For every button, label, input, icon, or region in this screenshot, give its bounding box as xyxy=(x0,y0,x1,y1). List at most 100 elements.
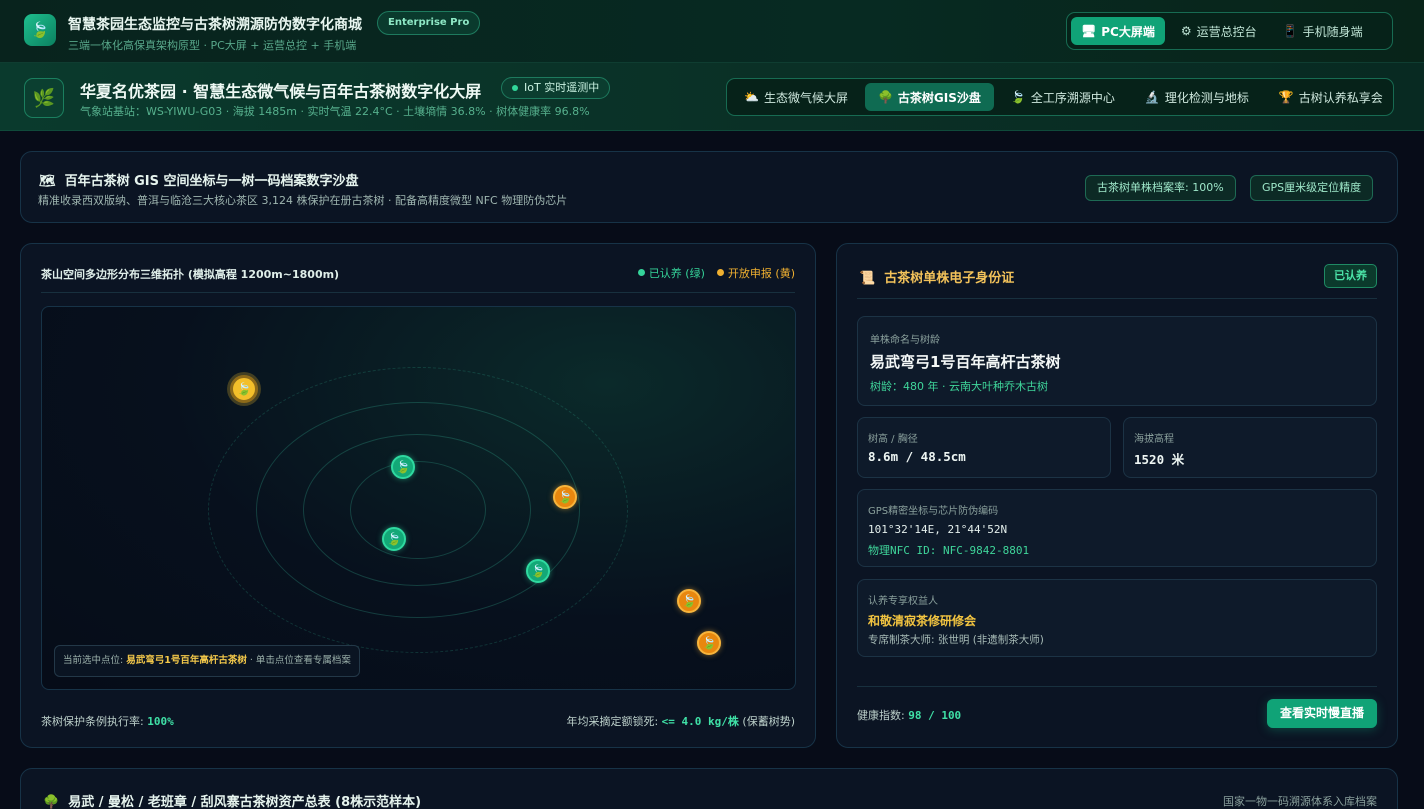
live-stream-button[interactable]: 查看实时慢直播 xyxy=(1266,699,1377,728)
gis-map-panel: 茶山空间多边形分布三维拓扑 (模拟高程 1200m~1800m) 已认养 (绿)… xyxy=(20,243,816,748)
microscope-icon: 🔬 xyxy=(1144,90,1160,104)
tab-lab-testing[interactable]: 🔬 理化检测与地标 xyxy=(1132,83,1262,111)
tea-master: 专席制茶大师: 张世明 (非遗制茶大师) xyxy=(868,634,1044,646)
tree-size-value: 8.6m / 48.5cm xyxy=(868,449,966,464)
divider xyxy=(857,686,1377,687)
mode-label: PC大屏端 xyxy=(1101,24,1155,39)
assets-title: 🌳 易武 / 曼松 / 老班章 / 刮风寨古茶树资产总表 (8株示范样本) xyxy=(43,791,421,809)
tree-pin-open[interactable]: 🍃 xyxy=(697,631,721,655)
tree-pin-adopted[interactable]: 🍃 xyxy=(526,559,550,583)
trophy-icon: 🏆 xyxy=(1278,90,1294,104)
mode-mobile-button[interactable]: 📱 手机随身端 xyxy=(1273,17,1373,45)
phone-icon: 📱 xyxy=(1282,24,1298,38)
map-icon: 🗺 xyxy=(39,174,56,189)
tree-icon: 🌳 xyxy=(877,90,893,104)
banner-title: 🗺 百年古茶树 GIS 空间坐标与一树一码档案数字沙盘 xyxy=(39,170,359,189)
health-index-label: 健康指数: xyxy=(857,709,909,722)
app-title: 智慧茶园生态监控与古茶树溯源防伪数字化商城 xyxy=(68,17,362,33)
protection-rate: 茶树保护条例执行率: 100% xyxy=(41,713,174,729)
nfc-id: 物理NFC ID: NFC-9842-8801 xyxy=(868,544,1030,557)
legend-open: 开放申报 (黄) xyxy=(716,265,795,281)
leaf-icon: 🍃 xyxy=(1010,90,1026,104)
harvest-quota: 年均采摘定额锁死: <= 4.0 kg/株 (保蓄树势) xyxy=(566,713,795,729)
gps-label: GPS精密坐标与芯片防伪编码 xyxy=(868,506,999,517)
tree-name-box: 单株命名与树龄 易武弯弓1号百年高杆古茶树 树龄：480 年 · 云南大叶种乔木… xyxy=(857,316,1377,406)
monitor-icon: 🖥 xyxy=(1081,24,1097,38)
banner-title-text: 百年古茶树 GIS 空间坐标与一树一码档案数字沙盘 xyxy=(64,174,359,189)
harvest-quota-label: 年均采摘定额锁死: xyxy=(566,715,662,728)
gis-topology-map[interactable]: 🍃 🍃 🍃 🍃 🍃 🍃 🍃 当前选中点位: 易武弯弓1号百年高杆古茶树 · 单击… xyxy=(41,306,796,690)
tab-label: 生态微气候大屏 xyxy=(763,90,848,105)
app-subtitle: 三端一体化高保真架构原型 · PC大屏 + 运营总控 + 手机端 xyxy=(68,39,357,52)
beneficiary-label: 认养专享权益人 xyxy=(868,596,938,607)
tree-assets-card: 🌳 易武 / 曼松 / 老班章 / 刮风寨古茶树资产总表 (8株示范样本) 国家… xyxy=(20,768,1398,809)
tree-pin-open[interactable]: 🍃 xyxy=(677,589,701,613)
tree-card-title: 📜 古茶树单株电子身份证 xyxy=(859,267,1014,286)
dashboard-title: 华夏名优茶园 · 智慧生态微气候与百年古茶树数字化大屏 xyxy=(80,82,482,101)
green-dot-icon xyxy=(637,269,645,276)
altitude-value: 1520 米 xyxy=(1134,452,1185,467)
weather-station-info: 气象站基站：WS-YIWU-G03 · 海拔 1485m · 实时气温 22.4… xyxy=(80,105,590,118)
legend-adopted-label: 已认养 (绿) xyxy=(648,267,705,280)
tab-traceability[interactable]: 🍃 全工序溯源中心 xyxy=(998,83,1128,111)
client-mode-switch: 🖥 PC大屏端 ⚙ 运营总控台 📱 手机随身端 xyxy=(1066,12,1393,50)
yellow-dot-icon xyxy=(716,269,724,276)
tree-size-label: 树高 / 胸径 xyxy=(868,434,918,445)
harvest-quota-value: <= 4.0 kg/株 xyxy=(661,715,739,728)
map-panel-title: 茶山空间多边形分布三维拓扑 (模拟高程 1200m~1800m) xyxy=(41,268,340,281)
protection-rate-label: 茶树保护条例执行率: xyxy=(41,715,148,728)
gps-precision-chip: GPS厘米级定位精度 xyxy=(1250,175,1374,201)
tab-gis-sandbox[interactable]: 🌳 古茶树GIS沙盘 xyxy=(864,83,994,111)
mode-pc-screen-button[interactable]: 🖥 PC大屏端 xyxy=(1071,17,1165,45)
assets-archive-note: 国家一物一码溯源体系入库档案 xyxy=(1223,795,1377,808)
tree-age: 树龄：480 年 · 云南大叶种乔木古树 xyxy=(870,380,1048,393)
gear-icon: ⚙ xyxy=(1180,24,1192,38)
mode-label: 运营总控台 xyxy=(1196,24,1257,39)
harvest-quota-note: (保蓄树势) xyxy=(738,715,795,728)
assets-title-text: 易武 / 曼松 / 老班章 / 刮风寨古茶树资产总表 (8株示范样本) xyxy=(68,795,422,809)
caption-tree-name: 易武弯弓1号百年高杆古茶树 xyxy=(126,655,247,666)
caption-hint: · 单击点位查看专属档案 xyxy=(246,655,351,666)
protection-rate-value: 100% xyxy=(147,715,174,728)
scroll-icon: 📜 xyxy=(859,271,876,286)
altitude-box: 海拔高程 1520 米 xyxy=(1123,417,1377,478)
iot-status-text: IoT 实时遥测中 xyxy=(524,81,600,94)
tab-label: 全工序溯源中心 xyxy=(1030,90,1115,105)
tree-pin-adopted[interactable]: 🍃 xyxy=(382,527,406,551)
tab-label: 古茶树GIS沙盘 xyxy=(897,90,981,105)
app-logo-leaf-icon: 🍃 xyxy=(24,14,56,46)
legend-open-label: 开放申报 (黄) xyxy=(727,267,795,280)
tree-pin-adopted[interactable]: 🍃 xyxy=(391,455,415,479)
beneficiary-box: 认养专享权益人 和敬清寂茶修研修会 专席制茶大师: 张世明 (非遗制茶大师) xyxy=(857,579,1377,657)
mode-operations-button[interactable]: ⚙ 运营总控台 xyxy=(1171,17,1267,45)
dashboard-tabs: ⛅ 生态微气候大屏 🌳 古茶树GIS沙盘 🍃 全工序溯源中心 🔬 理化检测与地标 🏆 古树… xyxy=(726,78,1394,116)
health-index-value: 98 / 100 xyxy=(908,709,962,722)
sun-cloud-icon: ⛅ xyxy=(744,90,759,104)
edition-badge: Enterprise Pro xyxy=(377,11,481,35)
beneficiary-name: 和敬清寂茶修研修会 xyxy=(868,614,977,628)
gps-coordinates: 101°32'14E, 21°44'52N xyxy=(868,523,1008,536)
gis-banner-card: 🗺 百年古茶树 GIS 空间坐标与一树一码档案数字沙盘 精准收录西双版纳、普洱与… xyxy=(20,151,1398,223)
gps-nfc-box: GPS精密坐标与芯片防伪编码 101°32'14E, 21°44'52N 物理N… xyxy=(857,489,1377,567)
mode-label: 手机随身端 xyxy=(1302,24,1363,39)
tree-icon: 🌳 xyxy=(43,795,60,809)
tree-name-label: 单株命名与树龄 xyxy=(870,335,940,346)
caption-prefix: 当前选中点位: xyxy=(63,655,127,666)
legend-adopted: 已认养 (绿) xyxy=(637,265,705,281)
adoption-status-badge: 已认养 xyxy=(1324,264,1377,288)
elevation-contour-inner xyxy=(350,461,486,559)
tab-label: 古树认养私享会 xyxy=(1298,90,1383,105)
top-bar: 🍃 智慧茶园生态监控与古茶树溯源防伪数字化商城 Enterprise Pro 三… xyxy=(0,0,1424,63)
banner-subtitle: 精准收录西双版纳、普洱与临沧三大核心茶区 3,124 株保护在册古茶树 · 配备… xyxy=(38,194,568,207)
archive-rate-chip: 古茶树单株档案率: 100% xyxy=(1085,175,1236,201)
tab-microclimate[interactable]: ⛅ 生态微气候大屏 xyxy=(731,83,861,111)
selected-point-caption: 当前选中点位: 易武弯弓1号百年高杆古茶树 · 单击点位查看专属档案 xyxy=(54,645,360,677)
tab-adoption-club[interactable]: 🏆 古树认养私享会 xyxy=(1266,83,1396,111)
tree-pin-open[interactable]: 🍃 xyxy=(553,485,577,509)
tea-sprout-icon: 🌿 xyxy=(24,78,64,118)
divider xyxy=(857,298,1377,299)
tree-pin-selected[interactable]: 🍃 xyxy=(230,375,258,403)
live-dot-icon xyxy=(512,85,518,91)
altitude-label: 海拔高程 xyxy=(1134,434,1174,445)
iot-status-badge: IoT 实时遥测中 xyxy=(501,77,611,99)
